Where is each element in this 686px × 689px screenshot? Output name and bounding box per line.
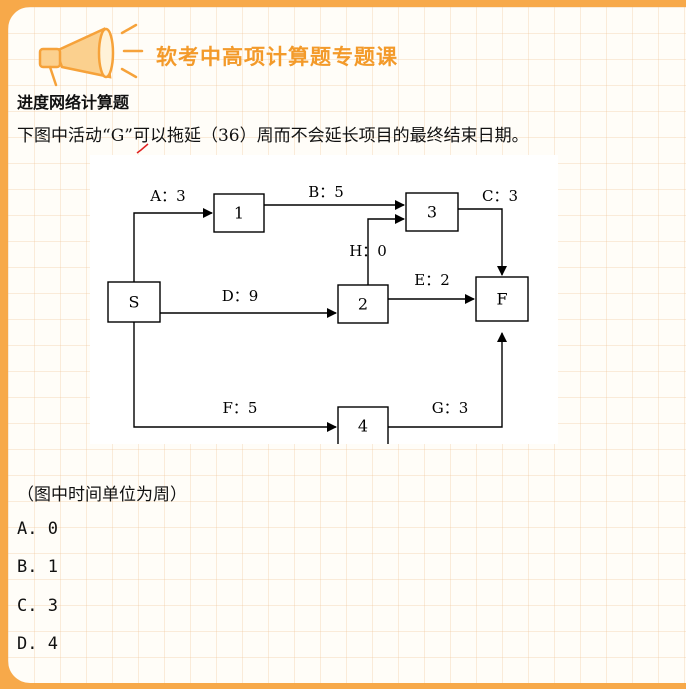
- node-s-label: S: [129, 293, 140, 312]
- megaphone-icon: [38, 23, 144, 87]
- content-card: 软考中高项计算题专题课 进度网络计算题 下图中活动“G”可以拖延（36）周而不会…: [8, 7, 686, 683]
- course-title: 软考中高项计算题专题课: [156, 45, 398, 69]
- edge-g-label: G：3: [432, 399, 469, 417]
- node-f-label: F: [496, 290, 507, 309]
- edge-d-label: D：9: [222, 287, 259, 305]
- question-text: 下图中活动“G”可以拖延（36）周而不会延长项目的最终结束日期。: [17, 126, 529, 146]
- section-title: 进度网络计算题: [17, 93, 130, 112]
- unit-note: （图中时间单位为周）: [17, 485, 187, 505]
- option-a[interactable]: A. 0: [17, 519, 58, 539]
- node-1-label: 1: [234, 204, 244, 223]
- edge-a-label: A：3: [149, 187, 185, 205]
- outer-frame: 软考中高项计算题专题课 进度网络计算题 下图中活动“G”可以拖延（36）周而不会…: [0, 0, 686, 689]
- network-diagram: S 1 2 3 4 F A：3 B：5 C：3 D：9 E：2 H：0 F：5 …: [90, 155, 558, 444]
- node-4-label: 4: [358, 417, 368, 436]
- node-2-label: 2: [358, 295, 368, 314]
- option-c[interactable]: C. 3: [17, 596, 58, 616]
- edge-b-label: B：5: [308, 183, 344, 201]
- edge-f-label: F：5: [223, 399, 258, 417]
- option-d[interactable]: D. 4: [17, 634, 58, 654]
- edge-a: [133, 208, 213, 282]
- edge-c-label: C：3: [482, 187, 518, 205]
- node-3-label: 3: [427, 203, 437, 222]
- edge-c: [458, 208, 507, 276]
- edge-h-label: H：0: [349, 242, 387, 260]
- pen-mark-icon: [136, 143, 149, 154]
- option-b[interactable]: B. 1: [17, 557, 58, 577]
- edge-e-label: E：2: [414, 271, 450, 289]
